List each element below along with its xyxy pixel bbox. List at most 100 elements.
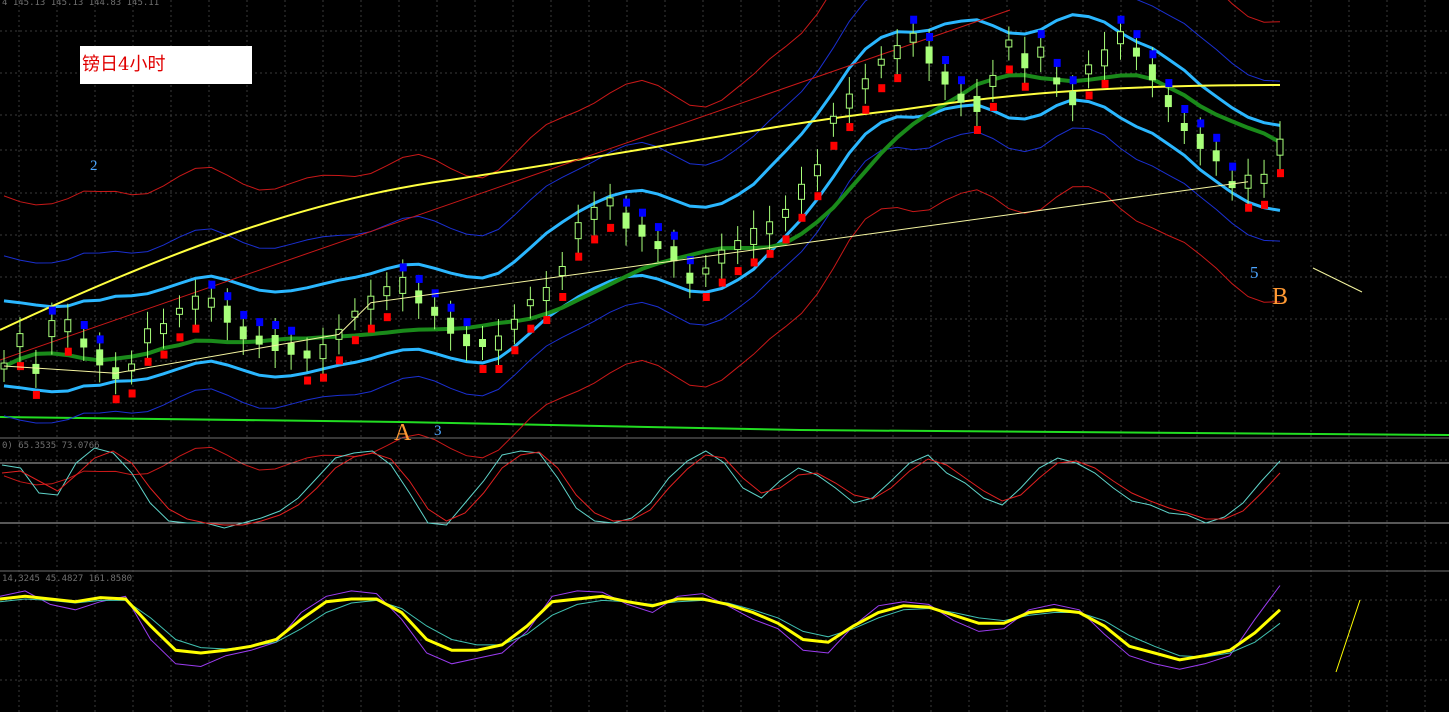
candle-body [1196, 133, 1204, 149]
candle-body [558, 266, 566, 276]
candle-body [782, 208, 790, 218]
candle-body [96, 349, 104, 366]
parabolic-sar-marker [798, 213, 806, 222]
candle-body [319, 344, 327, 360]
parabolic-sar-marker [192, 324, 200, 333]
wave-label-2: 2 [90, 158, 98, 174]
candle-body [638, 224, 646, 237]
candle-body [1212, 150, 1220, 162]
candle-body [845, 93, 853, 109]
candle-body [526, 299, 534, 307]
parabolic-sar-marker [479, 365, 487, 373]
parabolic-sar-marker [511, 346, 519, 355]
candle-body [383, 286, 391, 297]
candle-body [1101, 49, 1109, 67]
parabolic-sar-marker [1085, 91, 1093, 100]
parabolic-sar-marker [240, 310, 248, 319]
parabolic-sar-marker [383, 313, 391, 322]
wave-label-3: 3 [434, 423, 442, 439]
chart-canvas[interactable] [0, 0, 1449, 712]
candle-body [255, 335, 263, 345]
candle-body [909, 32, 917, 43]
parabolic-sar-marker [862, 105, 870, 114]
parabolic-sar-marker [989, 102, 997, 111]
candle-body [510, 318, 518, 330]
candle-body [1260, 173, 1268, 184]
parabolic-sar-marker [543, 316, 551, 325]
parabolic-sar-marker [878, 84, 886, 93]
parabolic-sar-marker [814, 192, 822, 201]
parabolic-sar-marker [686, 256, 694, 265]
parabolic-sar-marker [367, 324, 375, 333]
candle-body [415, 290, 423, 304]
candle-body [750, 227, 758, 245]
candle-body [989, 74, 997, 87]
candle-body [1005, 39, 1013, 48]
parabolic-sar-marker [830, 141, 838, 150]
parabolic-sar-marker [1197, 119, 1205, 128]
parabolic-sar-marker [144, 357, 152, 366]
candle-body [1148, 64, 1156, 81]
candle-body [718, 249, 726, 264]
parabolic-sar-marker [942, 56, 950, 65]
parabolic-sar-marker [527, 324, 535, 333]
parabolic-sar-marker [1133, 30, 1141, 39]
parabolic-sar-marker [112, 395, 120, 404]
candle-body [207, 297, 215, 308]
parabolic-sar-marker [766, 249, 774, 258]
parabolic-sar-marker [1037, 30, 1045, 39]
parabolic-sar-marker [48, 306, 56, 315]
candle-body [399, 276, 407, 294]
parabolic-sar-marker [256, 318, 264, 327]
parabolic-sar-marker [718, 278, 726, 287]
candle-body [287, 342, 295, 355]
chart-title: 镑日4小时 [82, 54, 166, 75]
parabolic-sar-marker [973, 125, 981, 134]
wave-label-b: B [1272, 284, 1289, 310]
parabolic-sar-marker [96, 335, 104, 344]
candle-body [1021, 53, 1029, 69]
parabolic-sar-marker [32, 390, 40, 399]
candle-body [654, 241, 662, 250]
candle-body [1069, 91, 1077, 106]
candle-body [941, 71, 949, 85]
candle-body [925, 46, 933, 64]
parabolic-sar-marker [208, 280, 216, 289]
candle-body [686, 272, 694, 284]
candle-body [32, 363, 40, 374]
parabolic-sar-marker [224, 292, 232, 301]
parabolic-sar-marker [80, 321, 88, 329]
parabolic-sar-marker [335, 356, 343, 365]
candle-body [702, 267, 710, 275]
parabolic-sar-marker [16, 362, 24, 371]
parabolic-sar-marker [607, 223, 615, 232]
parabolic-sar-marker [1021, 82, 1029, 91]
candle-body [957, 93, 965, 103]
parabolic-sar-marker [623, 198, 631, 207]
candle-body [160, 323, 167, 335]
chart-title-box: 镑日4小时 [80, 46, 252, 84]
parabolic-sar-marker [1245, 203, 1253, 212]
candle-body [893, 45, 901, 60]
candle-body [766, 221, 774, 235]
parabolic-sar-marker [1261, 200, 1269, 209]
parabolic-sar-marker [1005, 65, 1013, 74]
candle-body [1117, 31, 1124, 45]
candle-body [861, 78, 869, 90]
parabolic-sar-marker [447, 303, 455, 312]
candle-body [191, 295, 199, 310]
candle-body [479, 339, 486, 347]
parabolic-sar-marker [910, 15, 918, 24]
parabolic-sar-marker [1069, 76, 1077, 85]
candle-body [813, 164, 821, 177]
candle-body [1180, 123, 1188, 131]
candle-body [48, 320, 56, 338]
candle-body [271, 335, 279, 351]
candle-body [223, 305, 231, 323]
parabolic-sar-marker [1053, 58, 1061, 67]
parabolic-sar-marker [654, 223, 662, 232]
candle-body [447, 317, 455, 334]
candle-body [590, 206, 598, 220]
candle-body [542, 287, 550, 302]
parabolic-sar-marker [734, 267, 742, 276]
